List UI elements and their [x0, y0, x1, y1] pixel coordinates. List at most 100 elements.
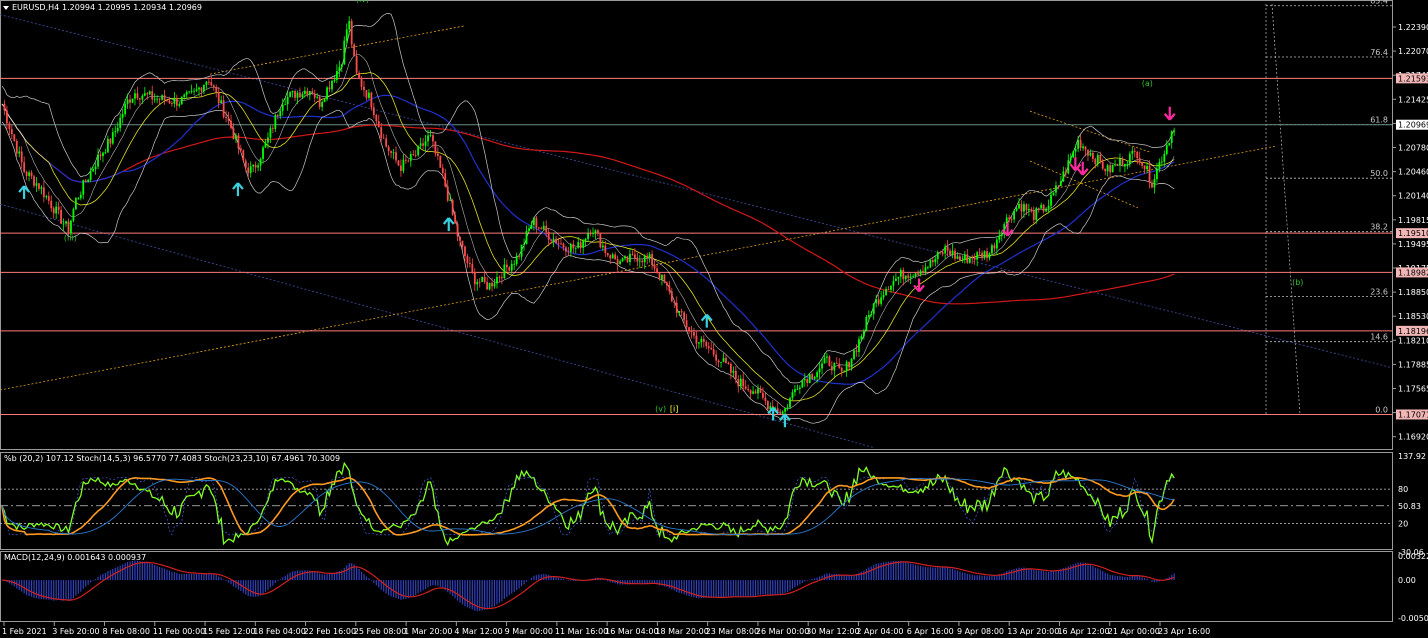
candle-body	[151, 91, 154, 100]
candle-body	[276, 115, 279, 117]
candle-body	[20, 151, 23, 163]
candle-body	[560, 243, 562, 245]
candle-body	[153, 98, 156, 100]
candle-body	[582, 240, 585, 248]
candle-body	[89, 171, 92, 180]
candle-body	[850, 358, 853, 368]
candle-183	[451, 198, 454, 216]
time-tick-label-4: 15 Feb 12:00	[203, 627, 255, 636]
candle-body	[1168, 142, 1171, 146]
candle-body	[685, 320, 688, 328]
candle-body	[515, 255, 518, 264]
candle-body	[594, 230, 597, 234]
candle-body	[459, 236, 461, 241]
candle-body	[1091, 152, 1094, 159]
candle-body	[254, 164, 257, 168]
level-box-label-1: 1.20969	[1398, 121, 1428, 130]
candle-body	[134, 93, 136, 99]
candle-body	[941, 252, 944, 254]
candle-body	[422, 143, 424, 146]
candle-body	[269, 128, 272, 138]
stoch-panel-label: %b (20,2) 107.12 Stoch(14,5,3) 96.5770 7…	[4, 454, 340, 463]
candle-body	[946, 246, 949, 251]
candle-body	[675, 302, 678, 314]
candle-body	[978, 252, 981, 254]
fib-label-6: 14.6	[1370, 333, 1388, 342]
candle-body	[230, 120, 232, 129]
candle-body	[301, 93, 304, 98]
candle-body	[338, 67, 341, 72]
candle-body	[343, 40, 346, 65]
candle-body	[1156, 168, 1158, 180]
price-tick-label-6: 1.20460	[1398, 168, 1428, 177]
candle-body	[754, 391, 757, 394]
candle-body	[818, 368, 821, 373]
candle-body	[917, 273, 919, 275]
candle-body	[350, 21, 353, 45]
candle-body	[259, 158, 262, 166]
time-tick-label-18: 6 Apr 16:00	[907, 627, 954, 636]
price-tick-label-1: 1.22070	[1398, 47, 1428, 56]
candle-body	[392, 152, 395, 154]
candle-body	[1163, 153, 1166, 162]
candle-body	[988, 253, 991, 258]
time-tick-label-9: 4 Mar 12:00	[454, 627, 502, 636]
candle-body	[195, 89, 198, 91]
candle-body	[653, 265, 656, 269]
candle-body	[198, 87, 200, 90]
candle-body	[274, 115, 277, 130]
candle-body	[626, 256, 629, 262]
candle-body	[387, 146, 390, 152]
candle-body	[1010, 219, 1013, 220]
candle-328	[808, 372, 811, 384]
candle-body	[794, 389, 796, 393]
candle-body	[158, 98, 161, 100]
macd-scale-label-2: -0.005063	[1398, 614, 1428, 623]
candle-body	[18, 151, 21, 154]
candle-body	[439, 155, 442, 168]
candle-body	[690, 330, 693, 333]
candle-body	[1151, 182, 1153, 188]
candle-body	[114, 131, 117, 133]
candle-body	[42, 187, 45, 198]
candle-body	[500, 277, 503, 279]
candle-body	[1126, 163, 1129, 165]
candle-325	[801, 379, 804, 388]
candle-body	[311, 91, 314, 94]
level-box-label-5: 1.17071	[1398, 410, 1428, 419]
candle-body	[74, 198, 77, 210]
stoch-scale-label-3: 20	[1398, 519, 1408, 528]
candle-body	[1114, 164, 1116, 166]
time-tick-label-10: 9 Mar 00:00	[505, 627, 553, 636]
price-tick-label-9: 1.19495	[1398, 240, 1428, 249]
candle-body	[161, 95, 163, 100]
candle-435	[1072, 150, 1075, 159]
candle-body	[449, 199, 452, 201]
candle-body	[796, 389, 799, 390]
candle-body	[993, 245, 996, 249]
candle-143	[353, 42, 356, 57]
candle-body	[1121, 158, 1124, 166]
candle-body	[1042, 204, 1045, 212]
candle-body	[222, 100, 225, 117]
time-tick-label-22: 21 Apr 00:00	[1108, 627, 1160, 636]
candle-body	[1064, 171, 1067, 174]
wave-label-0: (iv)	[356, 0, 369, 4]
candle-body	[190, 90, 193, 92]
candle-body	[205, 81, 208, 85]
candle-body	[927, 267, 929, 269]
candle-body	[816, 372, 818, 378]
candle-body	[867, 314, 870, 317]
candle-body	[306, 90, 309, 96]
candle-body	[1032, 210, 1035, 221]
candle-body	[813, 377, 816, 379]
candle-body	[934, 259, 937, 263]
fib-label-2: 61.8	[1370, 116, 1388, 125]
candle-body	[178, 104, 181, 106]
candle-body	[1170, 131, 1173, 143]
candle-336	[828, 355, 831, 367]
candle-body	[365, 90, 368, 98]
candle-body	[183, 94, 186, 98]
candle-body	[781, 411, 784, 414]
candle-body	[28, 172, 30, 176]
